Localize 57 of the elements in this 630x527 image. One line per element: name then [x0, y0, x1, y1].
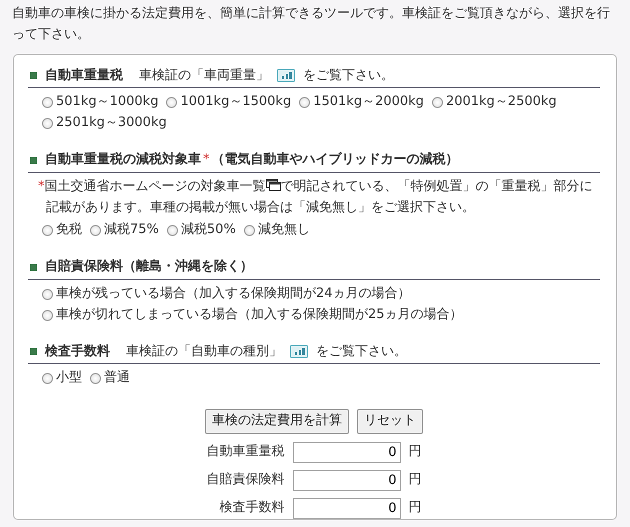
reset-button[interactable]: リセット [357, 409, 423, 434]
result-field[interactable]: 0 [292, 498, 400, 519]
bullet-icon [30, 72, 37, 80]
calculate-button[interactable]: 車検の法定費用を計算 [205, 409, 349, 434]
radio-button[interactable] [42, 373, 53, 384]
option-label[interactable]: 減免無し [258, 220, 310, 242]
unit-label: 円 [408, 499, 422, 518]
unit-label: 円 [408, 471, 422, 490]
radio-button[interactable] [166, 97, 178, 108]
hint-text: 車検証の「車両重量」 [139, 66, 269, 85]
section-title: 自賠責保険料（離島・沖縄を除く） [45, 258, 253, 276]
hint-text: をご覧下さい。 [303, 66, 394, 85]
option-label[interactable]: 501kg～1000kg [56, 92, 158, 114]
new-window-icon [266, 178, 280, 191]
radio-button[interactable] [90, 373, 101, 384]
radio-button[interactable] [42, 310, 53, 321]
section-title: 自動車重量税 [45, 66, 123, 85]
result-field[interactable]: 0 [292, 442, 400, 463]
document-icon[interactable] [277, 69, 295, 82]
option-label[interactable]: 1501kg～2000kg [313, 92, 424, 114]
option-label[interactable]: 1001kg～1500kg [180, 92, 292, 114]
radio-button[interactable] [42, 118, 53, 130]
intro-text: 自動車の車検に掛かる法定費用を、簡単に計算できるツールです。車検証をご覧頂きながら、選択を行って下さい。 [12, 5, 611, 44]
note-text: *国土交通省ホームページの対象車一覧 で明記されている、「特例処置」の「重量税」部分に記載があります。車種の掲載が無い場合は「減免無し」をご選択下さい。 [37, 178, 594, 217]
link[interactable]: 国土交通省ホームページの対象車一覧 [44, 178, 266, 194]
radio-button[interactable] [299, 97, 310, 108]
radio-button[interactable] [90, 225, 101, 236]
option-label[interactable]: 免税 [56, 220, 82, 242]
bullet-icon [30, 156, 37, 164]
radio-button[interactable] [42, 97, 53, 108]
field-label: 自動車重量税 [206, 443, 284, 462]
radio-button[interactable] [42, 225, 53, 236]
option-label[interactable]: 2501kg～3000kg [56, 113, 167, 134]
radio-button[interactable] [432, 97, 443, 108]
radio-button[interactable] [166, 225, 178, 236]
hint-text: をご覧下さい。 [316, 342, 407, 361]
section-subtitle: （電気自動車やハイブリッドカーの減税） [212, 150, 458, 169]
option-label[interactable]: 減税50% [180, 220, 236, 242]
result-field[interactable]: 0 [292, 470, 400, 491]
unit-label: 円 [408, 443, 422, 462]
hint-text: 車検証の「自動車の種別」 [126, 342, 282, 361]
required-mark: * [203, 150, 210, 169]
bullet-icon [30, 348, 37, 356]
option-label[interactable]: 減税75% [104, 220, 159, 242]
section-title: 検査手数料 [45, 342, 110, 361]
field-label: 検査手数料 [218, 499, 284, 518]
option-label[interactable]: 普通 [104, 368, 130, 390]
radio-button[interactable] [244, 225, 255, 236]
option-label[interactable]: 小型 [56, 368, 82, 390]
bullet-icon [30, 264, 37, 272]
radio-button[interactable] [42, 288, 53, 300]
field-label: 自賠責保険料 [206, 471, 284, 490]
option-label[interactable]: 車検が残っている場合（加入する保険期間が24ヵ月の場合） [56, 284, 411, 305]
document-icon[interactable] [290, 345, 308, 358]
option-label[interactable]: 2001kg～2500kg [446, 92, 557, 114]
option-label[interactable]: 車検が切れてしまっている場合（加入する保険期間が25ヵ月の場合） [56, 304, 463, 326]
section-title: 自動車重量税の減税対象車 [45, 150, 201, 169]
